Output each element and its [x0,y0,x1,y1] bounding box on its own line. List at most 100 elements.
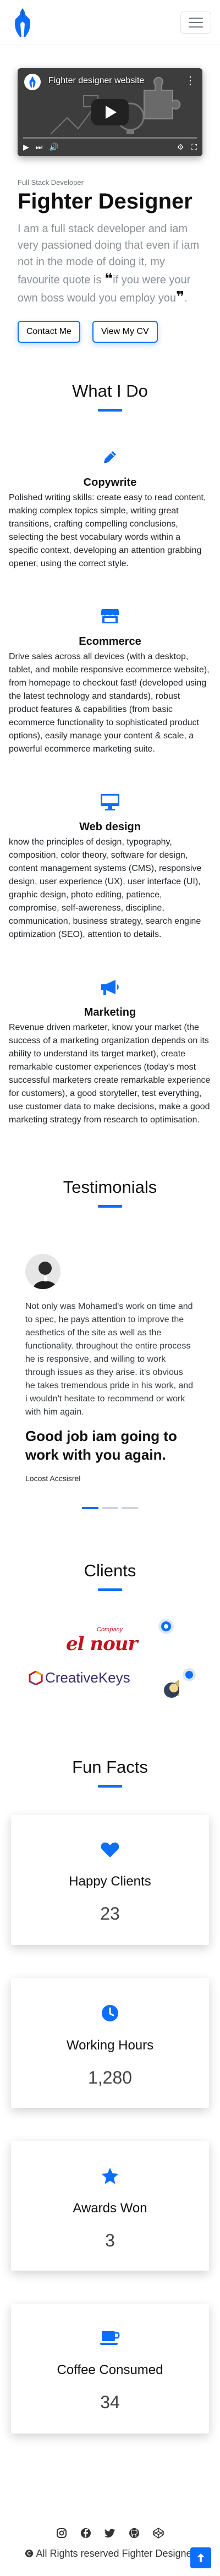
fact-value: 1,280 [87,2068,133,2087]
hero-title: Fighter Designer [18,189,193,213]
video-player[interactable]: Fighter designer website ⋮ ▶ ⏭ 🔊 ⚙ ⛶ [18,68,202,156]
fact-label: Working Hours [66,2038,154,2053]
brand-logo-link[interactable] [13,7,32,38]
play-icon[interactable]: ▶ [23,142,29,152]
title-underline [98,1785,122,1788]
fact-label: Awards Won [73,2201,147,2216]
service-item-ecommerce: Ecommerce Drive sales across all devices… [0,608,220,756]
fun-facts-section: Fun Facts Happy Clients 23 Working Hours… [0,1757,220,2434]
social-links [0,2527,220,2539]
testimonials-section: Testimonials Not only was Mohamed's work… [0,1177,220,1509]
channel-avatar[interactable] [24,74,41,90]
carousel-dot[interactable] [122,1507,138,1509]
fact-label: Happy Clients [69,1874,151,1889]
testimonial-card: Not only was Mohamed's work on time and … [0,1254,220,1483]
twitter-icon[interactable] [104,2527,116,2539]
facebook-icon[interactable] [80,2527,92,2539]
fact-card-working-hours: Working Hours 1,280 [11,1978,209,2108]
hero-description-end: . [184,292,188,304]
service-name: Copywrite [83,476,137,489]
spartan-helmet-icon [29,76,36,88]
spartan-helmet-icon [15,8,30,37]
contact-me-button[interactable]: Contact Me [18,321,80,343]
service-item-marketing: Marketing Revenue driven marketer, know … [0,979,220,1127]
bubble-decoration-icon [157,1618,175,1638]
carousel-dot[interactable] [82,1507,98,1509]
client-logo-wordmark: CreativeKeys [45,1669,130,1686]
creativekeys-mark-icon [29,1670,43,1685]
service-item-web-design: Web design know the principles of design… [0,793,220,941]
title-underline [98,1205,122,1208]
person-avatar-icon [25,1254,61,1289]
fact-value: 34 [100,2392,120,2412]
video-title[interactable]: Fighter designer website [48,76,144,86]
clock-icon [102,2005,118,2021]
clients-section: Clients Company el nour CreativeKeys [0,1561,220,1718]
fact-card-awards-won: Awards Won 3 [11,2141,209,2271]
heart-icon [101,1842,119,1857]
hero-section: Fighter designer website ⋮ ▶ ⏭ 🔊 ⚙ ⛶ Ful… [0,45,220,365]
services-section: What I Do Copywrite Polished writing ski… [0,381,220,1127]
hero-description: I am a full stack developer and iam very… [18,221,202,306]
testimonial-author: Locost Accsisrel [25,1474,81,1483]
testimonial-text: Not only was Mohamed's work on time and … [25,1302,194,1417]
more-vertical-icon[interactable]: ⋮ [185,75,196,86]
hero-tagline: Full Stack Developer [18,178,84,187]
copyright-label: All Rights reserved Fighter Designer [36,2548,195,2559]
title-underline [98,1588,122,1591]
quote-close-icon: ❞ [175,288,185,305]
github-icon[interactable] [128,2527,140,2539]
carousel-dot[interactable] [102,1507,118,1509]
nav-toggle-button[interactable] [180,11,211,34]
volume-icon[interactable]: 🔊 [49,142,58,152]
service-name: Web design [79,821,141,833]
testimonials-title: Testimonials [63,1177,157,1197]
hamburger-icon-bar [189,26,203,28]
fact-value: 23 [100,1904,120,1923]
client-logo-creativekeys[interactable]: CreativeKeys [29,1669,130,1686]
title-underline [98,409,122,412]
service-description: Drive sales across all devices (with a d… [9,652,210,754]
service-item-copywrite: Copywrite Polished writing skills: creat… [0,449,220,571]
footer: All Rights reserved Fighter Designer [0,2527,220,2576]
star-icon [101,2168,119,2184]
fact-value: 3 [105,2230,115,2250]
services-title: What I Do [72,381,148,401]
client-logo-wordmark: el nour [66,1633,138,1655]
settings-gear-icon[interactable]: ⚙ [177,142,184,152]
client-logo-elnour[interactable]: Company el nour [66,1626,138,1655]
clients-title: Clients [84,1561,136,1580]
service-description: know the principles of design, typograph… [9,837,202,939]
service-description: Polished writing skills: create easy to … [9,493,206,568]
copyright-icon [25,2548,36,2559]
fullscreen-icon[interactable]: ⛶ [191,142,197,152]
avatar [25,1254,61,1289]
back-to-top-button[interactable] [190,2547,211,2568]
fun-facts-title: Fun Facts [72,1757,148,1777]
navbar [0,0,220,45]
service-description: Revenue driven marketer, know your marke… [9,1023,211,1125]
client-logos: Company el nour CreativeKeys [0,1608,220,1718]
view-cv-button[interactable]: View My CV [92,321,158,343]
fact-card-happy-clients: Happy Clients 23 [11,1815,209,1945]
desktop-icon [101,794,119,810]
client-logo-tagline: Company [97,1626,123,1633]
pen-icon [104,451,116,463]
megaphone-icon [101,980,119,995]
quote-open-icon: ❝ [104,270,113,287]
service-name: Ecommerce [79,635,141,648]
hamburger-icon-bar [189,17,203,19]
instagram-icon[interactable] [56,2527,68,2539]
play-button[interactable] [91,99,129,125]
testimonial-headline: Good job iam going to work with you agai… [25,1428,177,1463]
service-name: Marketing [84,1006,136,1018]
arrow-up-icon [197,2553,205,2562]
store-icon [101,609,119,623]
codepen-icon[interactable] [152,2527,164,2539]
decorative-shapes-icon [158,1668,199,1706]
video-controls: ▶ ⏭ 🔊 ⚙ ⛶ [18,138,202,156]
copyright-text: All Rights reserved Fighter Designer [0,2548,220,2559]
next-icon[interactable]: ⏭ [36,142,43,152]
hero-buttons: Contact Me View My CV [18,321,202,343]
hamburger-icon-bar [189,21,203,23]
